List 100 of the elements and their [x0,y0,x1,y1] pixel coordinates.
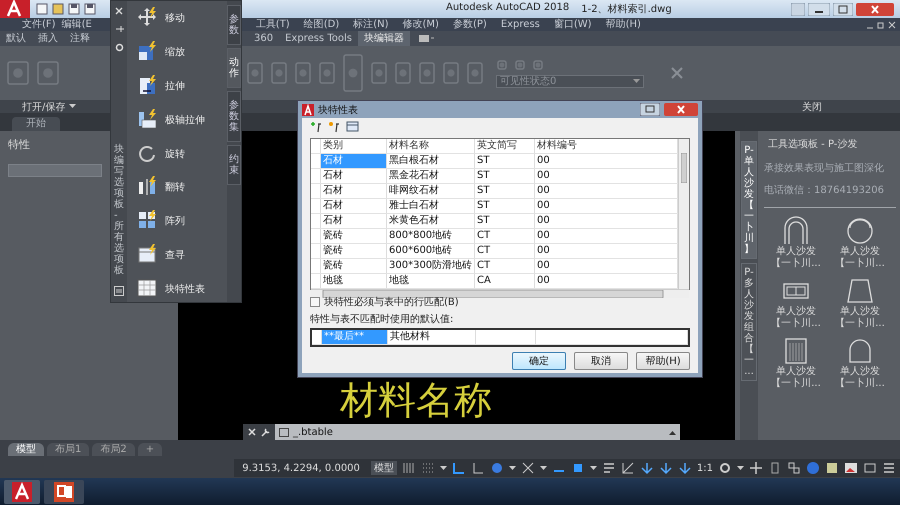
scale-label[interactable]: 1:1 [696,462,713,474]
table-icon[interactable] [346,121,360,133]
wrench-icon[interactable] [261,428,270,436]
tool-label[interactable]: 单人沙发 [776,246,816,258]
palette-tab[interactable]: 参数 [227,5,241,45]
table-cell[interactable]: ST [475,199,535,213]
menu-item[interactable]: 帮助(H) [606,18,641,31]
palette-tab[interactable]: P-多人沙发组合【一... [741,263,757,381]
scrollbar-thumb[interactable] [681,153,687,183]
autocad-taskbar-icon[interactable] [4,480,40,504]
status-tool-icon[interactable] [749,461,763,475]
folder-icon[interactable] [52,3,64,15]
table-cell[interactable]: 地毯 [387,274,475,288]
scale-squares-icon[interactable] [137,40,159,63]
table-cell[interactable]: 600*600地砖 [387,244,475,258]
ribbon-tab[interactable]: Express Tools [279,31,358,46]
status-tool-icon[interactable] [620,461,635,475]
table-cell[interactable]: 300*300防滑地砖 [387,259,475,273]
caret-icon[interactable] [737,466,744,470]
minimize-button[interactable] [808,2,830,16]
model-space-button[interactable]: 模型 [370,461,397,475]
add-layout-tab[interactable]: + [138,442,162,456]
menu-item[interactable]: 修改(M) [402,18,439,31]
ribbon-tab[interactable]: 360 [248,31,280,46]
status-tool-icon[interactable] [882,461,896,475]
palette-tab[interactable]: P-单人沙发【一卜川】 [741,141,757,259]
status-tool-icon[interactable] [825,461,839,475]
table-cell[interactable]: 瓷砖 [321,229,387,243]
checkbox-label[interactable]: 块特性必须与表中的行匹配(B) [324,295,459,309]
dropdown-field[interactable] [8,164,102,177]
palette-item[interactable]: 阵列 [137,208,227,234]
status-tool-icon[interactable] [678,461,692,475]
table-cell[interactable]: 瓷砖 [321,259,387,273]
status-tool-icon[interactable] [718,461,732,475]
palette-tab[interactable]: 约束 [227,145,241,185]
palette-item[interactable]: 查寻 [137,242,227,268]
menu-item[interactable]: 标注(N) [353,18,389,31]
panel-label[interactable]: 打开/保存 [22,100,76,114]
menu-item[interactable]: 文件(F) [22,18,56,31]
table-cell[interactable]: 石材 [321,184,387,198]
dialog-button[interactable]: 帮助(H) [636,352,690,370]
restore-button[interactable] [640,103,660,116]
panel-label[interactable]: 关闭 [802,100,822,114]
caret-icon[interactable] [508,466,516,470]
status-tool-icon[interactable] [787,461,801,475]
menu-item[interactable]: 绘图(D) [304,18,340,31]
dialog-button[interactable]: 取消 [574,352,628,370]
tool-label[interactable]: 【一卜川... [771,318,821,330]
table-cell[interactable]: 雅士白石材 [387,199,475,213]
tool-label[interactable]: 【一卜川... [835,258,885,270]
powerpoint-taskbar-icon[interactable] [44,480,84,504]
menu-item[interactable]: Express [500,18,540,31]
pin-icon[interactable] [114,25,124,33]
default-value-cell[interactable]: 其他材料 [388,330,476,344]
palette-tab[interactable]: 动作 [227,48,241,88]
table-cell[interactable]: 瓷砖 [321,244,387,258]
tool-label[interactable]: 【一卜川... [771,378,821,390]
layout-tab[interactable]: 模型 [8,442,44,456]
palette-item[interactable]: 翻转 [137,174,227,200]
move-arrows-icon[interactable] [137,6,159,29]
tool-label[interactable]: 单人沙发 [840,306,880,318]
caret-icon[interactable] [540,466,547,470]
file-tab[interactable]: 开始 [12,117,60,131]
stretch-icon[interactable] [137,74,159,97]
menu-item[interactable]: 编辑(E [62,18,92,31]
table-cell[interactable]: CT [475,244,535,258]
ribbon-tab[interactable]: 插入 [32,31,64,46]
status-tool-icon[interactable] [844,461,858,475]
palette-item[interactable]: 拉伸 [137,72,227,99]
ribbon-tab[interactable]: 块编辑器 [358,31,410,46]
table-cell[interactable]: CT [475,259,535,273]
close-button[interactable] [664,103,698,116]
close-icon[interactable] [888,20,896,28]
status-tool-icon[interactable] [402,461,416,475]
table-cell[interactable]: 石材 [321,169,387,183]
maximize-button[interactable] [833,2,853,16]
column-header[interactable]: 英文简写 [475,139,535,153]
table-cell[interactable]: ST [475,214,535,228]
caret-icon[interactable] [590,466,597,470]
table-cell[interactable]: ST [475,169,535,183]
palette-item[interactable]: 极轴拉伸 [137,106,227,133]
table-cell[interactable]: CA [475,274,535,288]
table-cell[interactable]: CT [475,229,535,243]
sofa-icon[interactable] [844,216,875,246]
close-button[interactable] [856,2,894,16]
app-logo[interactable] [0,0,30,18]
table-cell[interactable]: 啡网纹石材 [387,184,475,198]
ribbon-tab[interactable]: 默认 [0,31,32,46]
palette-menu-icon[interactable] [114,286,124,296]
table-cell[interactable]: ST [475,154,535,168]
tool-label[interactable]: 单人沙发 [840,366,880,378]
status-tool-icon[interactable] [640,461,654,475]
checkbox[interactable] [310,297,320,307]
table-cell[interactable]: 黑白根石材 [387,154,475,168]
polar-stretch-icon[interactable] [137,108,159,131]
table-cell[interactable]: 地毯 [321,274,387,288]
menu-item[interactable]: 参数(P) [452,18,487,31]
table-cell[interactable]: ST [475,184,535,198]
tool-label[interactable]: 单人沙发 [840,246,880,258]
menu-item[interactable]: 工具(T) [256,18,290,31]
